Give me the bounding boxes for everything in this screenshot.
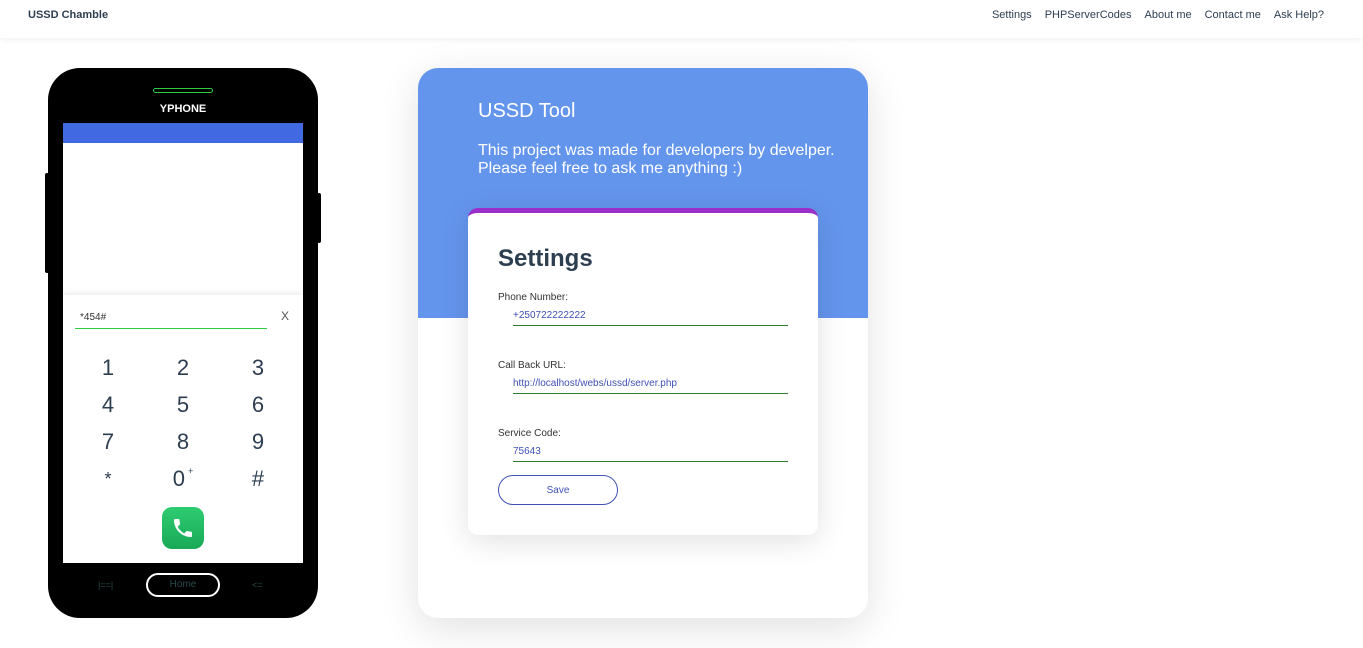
- top-navbar: USSD Chamble Settings PHPServerCodes Abo…: [0, 0, 1363, 38]
- key-6[interactable]: 6: [228, 390, 288, 420]
- card-description: This project was made for developers by …: [478, 142, 835, 177]
- key-2[interactable]: 2: [153, 353, 213, 383]
- settings-title: Settings: [498, 245, 593, 272]
- phone-back-button[interactable]: <=: [252, 580, 263, 590]
- key-0-plus: +: [187, 466, 194, 476]
- key-1[interactable]: 1: [78, 353, 138, 383]
- card-title: USSD Tool: [478, 100, 576, 122]
- dialer-panel: X 1 2 3 4 5 6 7 8 9 * 0+ #: [63, 295, 303, 563]
- nav-link-ask-help[interactable]: Ask Help?: [1274, 9, 1324, 21]
- brand-title[interactable]: USSD Chamble: [28, 9, 108, 21]
- key-hash[interactable]: #: [228, 464, 288, 494]
- key-4[interactable]: 4: [78, 390, 138, 420]
- service-code-input[interactable]: [513, 442, 788, 462]
- phone-speaker: [153, 88, 213, 93]
- phone-display-area: [63, 143, 303, 295]
- phone-menu-button[interactable]: |==|: [98, 580, 113, 590]
- key-8[interactable]: 8: [153, 427, 213, 457]
- nav-links: Settings PHPServerCodes About me Contact…: [992, 9, 1324, 21]
- phone-number-input[interactable]: [513, 306, 788, 326]
- key-star[interactable]: *: [78, 464, 138, 494]
- clear-button[interactable]: X: [281, 309, 289, 323]
- key-7[interactable]: 7: [78, 427, 138, 457]
- nav-link-about-me[interactable]: About me: [1145, 9, 1192, 21]
- phone-home-button[interactable]: Home: [146, 573, 220, 597]
- service-code-label: Service Code:: [498, 428, 561, 439]
- save-button[interactable]: Save: [498, 475, 618, 505]
- key-3[interactable]: 3: [228, 353, 288, 383]
- call-button[interactable]: [162, 507, 204, 549]
- nav-link-settings[interactable]: Settings: [992, 9, 1032, 21]
- callback-url-label: Call Back URL:: [498, 360, 566, 371]
- phone-brand-label: YPHONE: [159, 103, 207, 115]
- phone-status-bar: [63, 123, 303, 143]
- key-9[interactable]: 9: [228, 427, 288, 457]
- phone-mockup: YPHONE X 1 2 3 4 5 6 7 8 9 * 0+ #: [48, 68, 318, 618]
- callback-url-input[interactable]: [513, 374, 788, 394]
- dial-input[interactable]: [75, 307, 267, 329]
- phone-call-icon: [174, 519, 192, 537]
- key-0-label: 0: [172, 466, 185, 491]
- settings-panel: Settings Phone Number: Call Back URL: Se…: [468, 208, 818, 535]
- nav-link-php-server-codes[interactable]: PHPServerCodes: [1045, 9, 1132, 21]
- key-5[interactable]: 5: [153, 390, 213, 420]
- phone-number-label: Phone Number:: [498, 292, 569, 303]
- key-0[interactable]: 0 +: [153, 464, 213, 494]
- nav-link-contact-me[interactable]: Contact me: [1205, 9, 1261, 21]
- phone-screen: X 1 2 3 4 5 6 7 8 9 * 0+ #: [63, 123, 303, 563]
